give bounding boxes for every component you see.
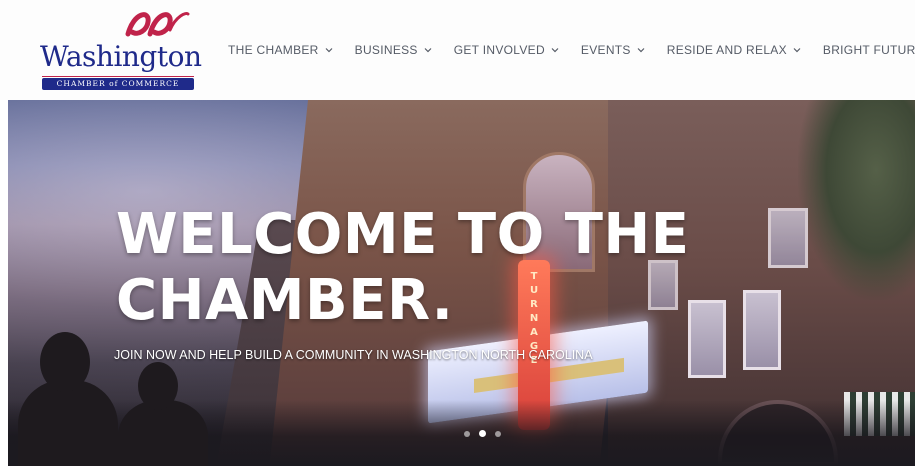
hero-tree (798, 100, 915, 300)
logo-banner: CHAMBER of COMMERCE (42, 78, 194, 90)
slider-dot[interactable] (495, 430, 501, 437)
hero-silhouette (18, 380, 118, 466)
slider-dots (464, 430, 510, 437)
chevron-down-icon (325, 48, 333, 53)
chevron-down-icon (637, 48, 645, 53)
nav-item-label: BRIGHT FUTURES (822, 43, 915, 57)
chevron-down-icon (793, 48, 801, 53)
hero-title: WELCOME TO THE CHAMBER. (116, 202, 756, 334)
hero-window (768, 208, 808, 268)
chevron-down-icon (424, 48, 432, 53)
nav-item-label: EVENTS (580, 43, 631, 57)
hero-silhouette (138, 362, 178, 410)
nav-item-label: THE CHAMBER (228, 43, 319, 57)
hero-title-line: WELCOME TO THE (116, 202, 690, 267)
logo-rule (42, 76, 194, 77)
hero-subtitle: JOIN NOW AND HELP BUILD A COMMUNITY IN W… (114, 348, 593, 362)
chamber-logo[interactable]: Washington CHAMBER of COMMERCE (38, 8, 202, 94)
nav-item-reside-and-relax[interactable]: RESIDE AND RELAX (667, 43, 801, 57)
nav-item-label: BUSINESS (354, 43, 418, 57)
nav-item-label: GET INVOLVED (453, 43, 545, 57)
hero-silhouette (118, 400, 208, 466)
nav-item-the-chamber[interactable]: THE CHAMBER (228, 43, 333, 57)
site-header: Washington CHAMBER of COMMERCE THE CHAMB… (0, 0, 915, 100)
hero-slider: TURNAGE WELCOME TO THE CHAMBER. JOIN NOW… (8, 100, 915, 466)
logo-wordmark: Washington (40, 40, 202, 73)
slider-dot-active[interactable] (479, 430, 486, 437)
slider-dot[interactable] (464, 430, 470, 437)
nav-item-bright-futures[interactable]: BRIGHT FUTURES (823, 43, 915, 57)
main-nav: THE CHAMBER BUSINESS GET INVOLVED EVENTS… (228, 40, 915, 60)
hero-title-line: CHAMBER. (116, 268, 454, 333)
logo-swash-icon (125, 12, 190, 37)
nav-item-get-involved[interactable]: GET INVOLVED (454, 43, 559, 57)
hero-silhouette (40, 332, 90, 392)
chevron-down-icon (551, 48, 559, 53)
nav-item-business[interactable]: BUSINESS (355, 43, 432, 57)
nav-item-label: RESIDE AND RELAX (666, 43, 787, 57)
nav-item-events[interactable]: EVENTS (581, 43, 645, 57)
